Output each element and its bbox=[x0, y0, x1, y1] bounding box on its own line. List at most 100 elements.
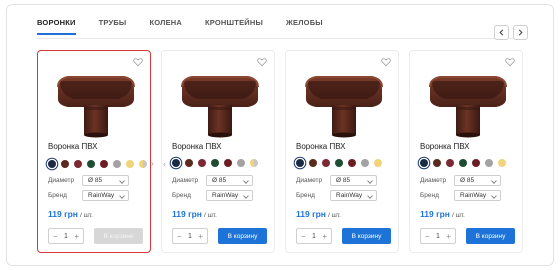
color-swatch[interactable] bbox=[87, 159, 95, 168]
color-swatch[interactable] bbox=[446, 159, 454, 167]
product-name[interactable]: Воронка ПВХ bbox=[48, 142, 98, 151]
color-swatch[interactable] bbox=[459, 159, 467, 167]
color-swatch[interactable] bbox=[139, 159, 147, 168]
color-swatch[interactable] bbox=[420, 159, 428, 167]
color-swatch[interactable] bbox=[74, 159, 82, 168]
quantity-value[interactable]: 1 bbox=[188, 233, 192, 240]
minus-icon[interactable]: − bbox=[177, 232, 182, 241]
product-card[interactable]: Воронка ПВХ Диаметр Ø 85 Бренд RainWay 1… bbox=[409, 50, 523, 253]
chevron-down-icon bbox=[119, 193, 125, 199]
diameter-select[interactable]: Ø 85 bbox=[82, 175, 129, 186]
diameter-value: Ø 85 bbox=[212, 177, 227, 184]
color-swatch[interactable] bbox=[126, 159, 134, 168]
color-swatch[interactable] bbox=[309, 159, 317, 167]
carousel-prev-button[interactable] bbox=[494, 25, 509, 40]
tab-funnels[interactable]: ВОРОНКИ bbox=[37, 18, 76, 35]
color-swatch[interactable] bbox=[322, 159, 330, 167]
product-name[interactable]: Воронка ПВХ bbox=[296, 142, 346, 151]
minus-icon[interactable]: − bbox=[301, 232, 306, 241]
color-swatch[interactable] bbox=[113, 159, 121, 168]
carousel-next-button[interactable] bbox=[513, 25, 528, 40]
color-swatch[interactable] bbox=[296, 159, 304, 167]
brand-value: RainWay bbox=[88, 192, 115, 199]
color-swatch[interactable] bbox=[472, 159, 480, 167]
color-swatch[interactable] bbox=[237, 159, 245, 167]
quantity-stepper: − 1 + bbox=[48, 228, 84, 244]
color-swatch[interactable] bbox=[100, 159, 108, 168]
price: 119 грн / шт. bbox=[296, 209, 341, 219]
color-swatch[interactable] bbox=[348, 159, 356, 167]
color-swatch[interactable] bbox=[250, 159, 258, 167]
diameter-select[interactable]: Ø 85 bbox=[454, 175, 501, 186]
tabs-divider bbox=[37, 38, 523, 39]
color-swatch[interactable] bbox=[211, 159, 219, 167]
chevron-right-icon[interactable]: › bbox=[151, 159, 154, 168]
add-to-cart-button[interactable]: В корзину bbox=[466, 228, 515, 244]
product-name[interactable]: Воронка ПВХ bbox=[172, 142, 222, 151]
chevron-down-icon bbox=[243, 193, 249, 199]
add-to-cart-button[interactable]: В корзину bbox=[218, 228, 267, 244]
diameter-label: Диаметр bbox=[420, 177, 447, 184]
price: 119 грн / шт. bbox=[420, 209, 465, 219]
diameter-row: Диаметр Ø 85 bbox=[296, 175, 377, 186]
product-image bbox=[305, 76, 383, 138]
color-swatch[interactable] bbox=[172, 159, 180, 167]
price: 119 грн / шт. bbox=[172, 209, 217, 219]
color-swatch[interactable] bbox=[61, 159, 69, 168]
quantity-value[interactable]: 1 bbox=[312, 233, 316, 240]
diameter-row: Диаметр Ø 85 bbox=[48, 175, 129, 186]
brand-label: Бренд bbox=[296, 192, 315, 199]
quantity-value[interactable]: 1 bbox=[436, 233, 440, 240]
color-swatch[interactable] bbox=[361, 159, 369, 167]
category-tabs: ВОРОНКИ ТРУБЫ КОЛЕНА КРОНШТЕЙНЫ ЖЕЛОБЫ bbox=[37, 18, 346, 35]
brand-select[interactable]: RainWay bbox=[454, 190, 501, 201]
plus-icon[interactable]: + bbox=[446, 232, 451, 241]
brand-select[interactable]: RainWay bbox=[206, 190, 253, 201]
brand-select[interactable]: RainWay bbox=[82, 190, 129, 201]
color-swatch[interactable] bbox=[185, 159, 193, 167]
product-carousel: ВОРОНКИ ТРУБЫ КОЛЕНА КРОНШТЕЙНЫ ЖЕЛОБЫ В… bbox=[6, 4, 554, 266]
product-card[interactable]: Воронка ПВХ ‹ Диаметр Ø 85 Бренд RainWay… bbox=[161, 50, 275, 253]
plus-icon[interactable]: + bbox=[322, 232, 327, 241]
price-unit: / шт. bbox=[327, 212, 341, 219]
color-swatch[interactable] bbox=[485, 159, 493, 167]
color-swatch[interactable] bbox=[498, 159, 506, 167]
chevron-down-icon bbox=[119, 178, 125, 184]
diameter-select[interactable]: Ø 85 bbox=[330, 175, 377, 186]
product-card[interactable]: Воронка ПВХ › Диаметр Ø 85 Бренд RainWay… bbox=[37, 50, 154, 253]
brand-select[interactable]: RainWay bbox=[330, 190, 377, 201]
diameter-label: Диаметр bbox=[172, 177, 199, 184]
brand-row: Бренд RainWay bbox=[172, 190, 253, 201]
color-swatch[interactable] bbox=[374, 159, 382, 167]
color-swatch[interactable] bbox=[198, 159, 206, 167]
color-swatches bbox=[296, 159, 387, 167]
minus-icon[interactable]: − bbox=[53, 232, 58, 241]
tab-brackets[interactable]: КРОНШТЕЙНЫ bbox=[205, 18, 263, 35]
color-swatch[interactable] bbox=[224, 159, 232, 167]
plus-icon[interactable]: + bbox=[74, 232, 79, 241]
chevron-down-icon bbox=[367, 193, 373, 199]
product-card[interactable]: Воронка ПВХ Диаметр Ø 85 Бренд RainWay 1… bbox=[285, 50, 399, 253]
product-name[interactable]: Воронка ПВХ bbox=[420, 142, 470, 151]
price-unit: / шт. bbox=[79, 212, 93, 219]
tab-elbows[interactable]: КОЛЕНА bbox=[149, 18, 182, 35]
chevron-left-icon[interactable]: ‹ bbox=[163, 159, 166, 169]
minus-icon[interactable]: − bbox=[425, 232, 430, 241]
diameter-label: Диаметр bbox=[296, 177, 323, 184]
color-swatch[interactable] bbox=[433, 159, 441, 167]
quantity-value[interactable]: 1 bbox=[64, 233, 68, 240]
color-swatch[interactable] bbox=[335, 159, 343, 167]
product-image bbox=[57, 76, 135, 138]
plus-icon[interactable]: + bbox=[198, 232, 203, 241]
brand-row: Бренд RainWay bbox=[420, 190, 501, 201]
in-cart-button[interactable]: В корзине bbox=[94, 228, 143, 244]
price-amount: 119 грн bbox=[296, 209, 326, 219]
add-to-cart-button[interactable]: В корзину bbox=[342, 228, 391, 244]
tab-gutters[interactable]: ЖЕЛОБЫ bbox=[286, 18, 323, 35]
color-swatch[interactable] bbox=[48, 159, 56, 168]
tab-pipes[interactable]: ТРУБЫ bbox=[99, 18, 127, 35]
price-unit: / шт. bbox=[451, 212, 465, 219]
diameter-select[interactable]: Ø 85 bbox=[206, 175, 253, 186]
price-amount: 119 грн bbox=[420, 209, 450, 219]
brand-row: Бренд RainWay bbox=[296, 190, 377, 201]
